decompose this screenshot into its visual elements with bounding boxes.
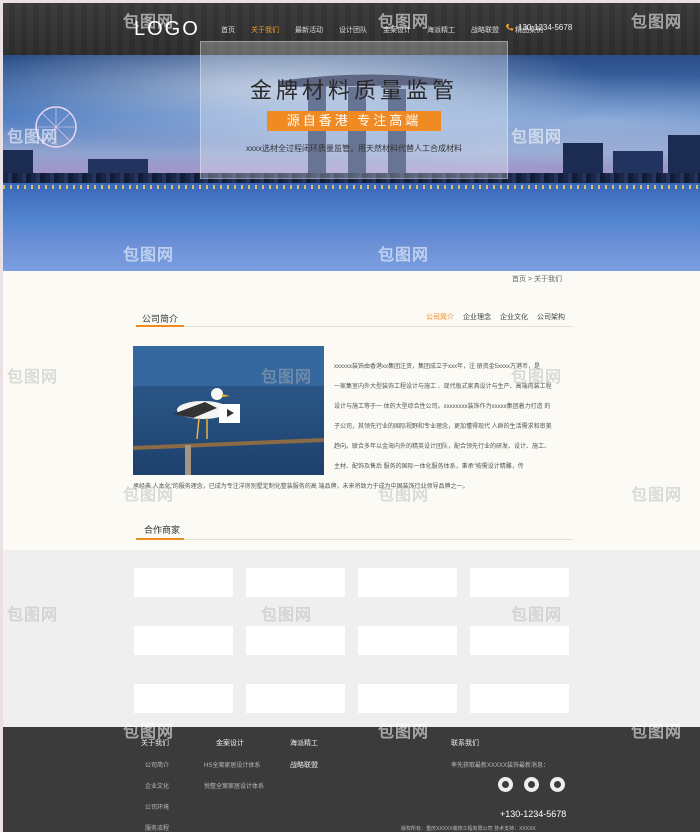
footer <box>3 727 700 832</box>
hero-text-panel <box>200 41 508 179</box>
footer-phone: +130-1234-5678 <box>500 809 567 819</box>
intro-line: 主材、配饰及售后 服务的国际一体化服务体系，秉承"按需设计精雕，传 <box>334 464 524 470</box>
hero-subline: xxxx选材全过程闭环质量监管，用天然材料代替人工合成材料 <box>246 144 462 153</box>
partner-logo[interactable] <box>358 568 457 597</box>
intro-line: 子公司，其领先行业的国际视野和专业理念，更加懂得现代 人群的生活需求和审美 <box>334 424 552 430</box>
footer-heading[interactable]: 关于我们 <box>141 740 169 747</box>
tab-company-profile[interactable]: 公司简介 <box>426 312 454 322</box>
footer-link[interactable]: 悦整全案家居设计体系 <box>204 781 264 790</box>
nav-phone: 130-1234-5678 <box>505 23 572 32</box>
qq-icon[interactable] <box>550 777 565 792</box>
hero-lights <box>3 185 700 189</box>
intro-title: 公司简介 <box>142 314 179 324</box>
hero-headline: 金牌材料质量监管 <box>249 79 458 104</box>
wechat-icon[interactable] <box>524 777 539 792</box>
partner-logo[interactable] <box>470 684 569 713</box>
nav-item-events[interactable]: 最新活动 <box>295 25 323 35</box>
tab-philosophy[interactable]: 企业理念 <box>463 312 491 322</box>
hero-water <box>3 183 700 271</box>
footer-col-design: 金案设计 HS全案家居设计体系 悦整全案家居设计体系 <box>204 738 264 790</box>
partner-logo[interactable] <box>134 626 233 655</box>
footer-link[interactable]: 企业文化 <box>145 781 169 790</box>
social-links <box>498 777 565 792</box>
partner-logo[interactable] <box>358 684 457 713</box>
partner-logo-grid <box>134 568 569 713</box>
partner-logo[interactable] <box>246 684 345 713</box>
footer-heading[interactable]: 战略联盟 <box>290 760 318 770</box>
phone-icon <box>505 23 514 31</box>
footer-heading[interactable]: 海派精工 <box>290 740 318 747</box>
partner-logo[interactable] <box>470 626 569 655</box>
partner-logo[interactable] <box>246 568 345 597</box>
intro-line: 一家集室内外大型装饰工程设计与施工 、现代板式家具设计与生产、高端肉装工程 <box>334 384 552 390</box>
footer-link[interactable]: 服务流程 <box>145 823 169 832</box>
intro-line: 承经典 人本化"的服务理念，已成为专注洋房别墅定制化整装服务的高 端品牌，未来将… <box>133 484 469 490</box>
nav-item-alliance[interactable]: 战略联盟 <box>471 25 499 35</box>
copyright: 版权所有：重庆XXXXX装饰工程有限公司 技术支持：XXXXX <box>401 826 536 832</box>
breadcrumb[interactable]: 首页 > 关于我们 <box>512 274 562 284</box>
footer-link[interactable]: 公司简介 <box>145 760 169 769</box>
intro-divider-accent <box>136 325 184 327</box>
intro-line: 趋向。联合多年以金海内外的精英设计团队，配合领先行业的研发、设计、施工、 <box>334 444 551 450</box>
nav-item-gold-design[interactable]: 金案设计 <box>383 25 411 35</box>
intro-line: 设计与施工等于一 体的大型综合性公司。xxxxxxxx装饰作为xxxxx集团着力… <box>334 404 551 410</box>
subscribe-text: 率先获取最新XXXXX装饰最新消息： <box>451 763 550 769</box>
tab-structure[interactable]: 公司架构 <box>537 312 565 322</box>
footer-col-about: 关于我们 公司简介 企业文化 公司环境 服务流程 <box>141 738 169 832</box>
intro-tabs: 公司简介 企业理念 企业文化 公司架构 <box>417 312 565 322</box>
watermark: 包图网 <box>631 487 683 504</box>
intro-line: xxxxxx装饰由香港xx集团注资，集团成立于xxx年，注 册资金5xxxx万港… <box>334 364 541 370</box>
nav-item-about[interactable]: 关于我们 <box>251 25 279 35</box>
nav-item-design-team[interactable]: 设计团队 <box>339 25 367 35</box>
tab-culture[interactable]: 企业文化 <box>500 312 528 322</box>
footer-heading[interactable]: 金案设计 <box>216 740 244 747</box>
footer-link[interactable]: HS全案家居设计体系 <box>204 760 264 769</box>
footer-col-craft: 海派精工 战略联盟 <box>290 738 318 770</box>
footer-contact: 联系我们 率先获取最新XXXXX装饰最新消息： <box>451 738 549 769</box>
watermark: 包图网 <box>7 369 59 386</box>
hero-tagline: 源自香港 专注高端 <box>267 111 441 131</box>
intro-divider <box>136 325 573 327</box>
logo[interactable]: LOGO <box>134 18 200 41</box>
footer-heading: 联系我们 <box>451 740 479 747</box>
partner-logo[interactable] <box>134 684 233 713</box>
partner-logo[interactable] <box>134 568 233 597</box>
intro-text: xxxxxx装饰由香港xx集团注资，集团成立于xxx年，注 册资金5xxxx万港… <box>133 357 573 497</box>
partner-logo[interactable] <box>358 626 457 655</box>
partners-divider-accent <box>136 538 184 540</box>
partner-logo[interactable] <box>246 626 345 655</box>
footer-link[interactable]: 公司环境 <box>145 802 169 811</box>
weibo-icon[interactable] <box>498 777 513 792</box>
nav-item-home[interactable]: 首页 <box>221 25 235 35</box>
nav-item-craft[interactable]: 海派精工 <box>427 25 455 35</box>
nav-phone-number: 130-1234-5678 <box>518 23 573 32</box>
page: LOGO 首页 关于我们 最新活动 设计团队 金案设计 海派精工 战略联盟 精品… <box>3 3 700 832</box>
partners-title: 合作商家 <box>144 525 181 535</box>
partner-logo[interactable] <box>470 568 569 597</box>
partners-divider <box>136 538 573 540</box>
